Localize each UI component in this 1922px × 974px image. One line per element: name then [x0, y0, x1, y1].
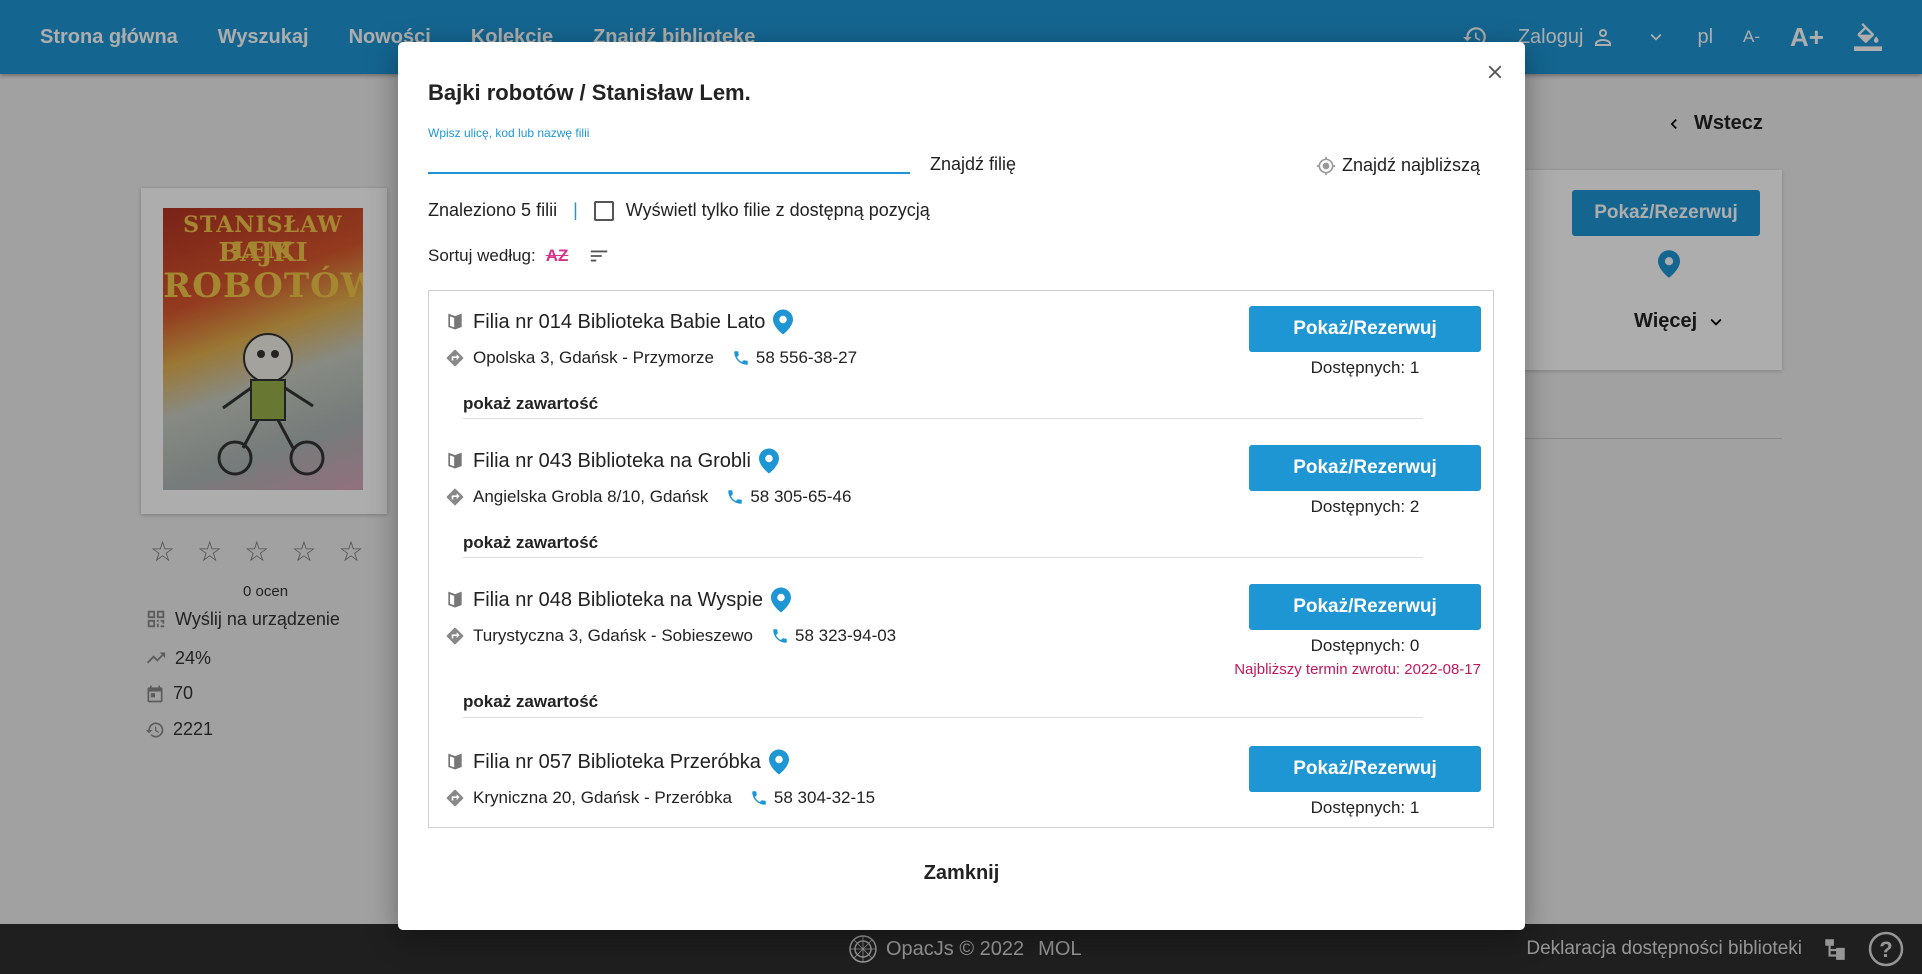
- branch-address: Angielska Grobla 8/10, Gdańsk: [473, 487, 709, 506]
- availability-count: Dostępnych: 1: [1310, 798, 1420, 817]
- branch-address-row: Opolska 3, Gdańsk - Przymorze 58 556-38-…: [445, 348, 857, 368]
- show-contents-link[interactable]: pokaż zawartość: [463, 394, 598, 414]
- find-branch-button[interactable]: Znajdź filię: [930, 154, 1016, 175]
- sort-label: Sortuj według:: [428, 246, 536, 265]
- branch-phone: 58 304-32-15: [750, 788, 875, 808]
- library-icon: [448, 313, 462, 330]
- availability-count: Dostępnych: 1: [1310, 358, 1420, 377]
- location-target-icon: [1316, 156, 1336, 175]
- branch-name: Filia nr 048 Biblioteka na Wyspie: [473, 588, 763, 611]
- show-reserve-button[interactable]: Pokaż/Rezerwuj: [1249, 584, 1481, 630]
- phone-icon: [773, 629, 787, 643]
- branch-title: Filia nr 014 Biblioteka Babie Lato: [445, 309, 794, 335]
- map-pin-icon[interactable]: [773, 309, 794, 335]
- branch-finder-dialog: Bajki robotów / Stanisław Lem. Wpisz uli…: [398, 42, 1525, 930]
- results-summary: Znaleziono 5 filii | Wyświetl tylko fili…: [428, 200, 930, 221]
- phone-icon: [734, 351, 748, 365]
- only-available-checkbox[interactable]: [593, 200, 614, 221]
- branch-phone-number[interactable]: 58 556-38-27: [756, 348, 857, 368]
- divider: [463, 717, 1423, 718]
- branch-name: Filia nr 043 Biblioteka na Grobli: [473, 449, 751, 472]
- library-icon: [448, 753, 462, 770]
- phone-icon: [752, 791, 766, 805]
- sort-alphabetical-icon[interactable]: AZ: [546, 246, 569, 266]
- nearest-return-date: Najbliższy termin zwrotu: 2022-08-17: [1234, 661, 1481, 678]
- phone-icon: [728, 490, 743, 504]
- divider: [463, 557, 1423, 558]
- map-pin-icon[interactable]: [768, 749, 789, 775]
- directions-icon: [446, 627, 464, 645]
- branch-phone: 58 556-38-27: [732, 348, 857, 368]
- map-pin-icon[interactable]: [758, 448, 779, 474]
- branch-phone-number[interactable]: 58 304-32-15: [774, 788, 875, 808]
- branch-name: Filia nr 014 Biblioteka Babie Lato: [473, 310, 766, 333]
- find-nearest-button[interactable]: Znajdź najbliższą: [1316, 155, 1480, 176]
- branch-phone-number[interactable]: 58 305-65-46: [750, 487, 851, 507]
- branch-address-row: Kryniczna 20, Gdańsk - Przeróbka 58 304-…: [445, 788, 875, 808]
- availability-count: Dostępnych: 0: [1310, 636, 1420, 655]
- show-reserve-button[interactable]: Pokaż/Rezerwuj: [1249, 445, 1481, 491]
- directions-icon: [446, 488, 464, 506]
- branch-phone: 58 305-65-46: [726, 487, 851, 507]
- map-pin-icon[interactable]: [770, 587, 791, 613]
- library-icon: [448, 452, 462, 469]
- show-reserve-button[interactable]: Pokaż/Rezerwuj: [1249, 306, 1481, 352]
- separator: |: [573, 200, 578, 220]
- branch-title: Filia nr 043 Biblioteka na Grobli: [445, 448, 779, 474]
- sort-icon[interactable]: [588, 245, 610, 267]
- branch-phone: 58 323-94-03: [771, 626, 896, 646]
- branch-address-row: Angielska Grobla 8/10, Gdańsk 58 305-65-…: [445, 487, 851, 507]
- find-nearest-label: Znajdź najbliższą: [1342, 155, 1481, 175]
- dialog-title: Bajki robotów / Stanisław Lem.: [428, 80, 751, 105]
- branch-search-input[interactable]: [428, 144, 910, 174]
- branch-phone-number[interactable]: 58 323-94-03: [795, 626, 896, 646]
- branch-title: Filia nr 048 Biblioteka na Wyspie: [445, 587, 791, 613]
- show-reserve-button[interactable]: Pokaż/Rezerwuj: [1249, 746, 1481, 792]
- directions-icon: [446, 349, 464, 367]
- close-icon[interactable]: [1481, 58, 1509, 86]
- show-contents-link[interactable]: pokaż zawartość: [463, 692, 598, 712]
- found-count: Znaleziono 5 filii: [428, 200, 558, 220]
- only-available-label[interactable]: Wyświetl tylko filie z dostępną pozycją: [626, 200, 930, 221]
- divider: [463, 418, 1423, 419]
- search-field-label: Wpisz ulicę, kod lub nazwę filii: [428, 126, 590, 140]
- branch-address: Opolska 3, Gdańsk - Przymorze: [473, 348, 714, 367]
- branch-list[interactable]: Filia nr 014 Biblioteka Babie Lato Opols…: [428, 290, 1494, 828]
- library-icon: [448, 591, 462, 608]
- directions-icon: [446, 789, 464, 807]
- sort-controls: Sortuj według: AZ: [428, 245, 610, 267]
- branch-address: Turystyczna 3, Gdańsk - Sobieszewo: [473, 626, 753, 645]
- close-dialog-button[interactable]: Zamknij: [398, 862, 1525, 885]
- branch-address-row: Turystyczna 3, Gdańsk - Sobieszewo 58 32…: [445, 626, 896, 646]
- branch-address: Kryniczna 20, Gdańsk - Przeróbka: [473, 788, 732, 807]
- branch-title: Filia nr 057 Biblioteka Przeróbka: [445, 749, 789, 775]
- show-contents-link[interactable]: pokaż zawartość: [463, 533, 598, 553]
- branch-name: Filia nr 057 Biblioteka Przeróbka: [473, 750, 761, 773]
- availability-count: Dostępnych: 2: [1310, 497, 1420, 516]
